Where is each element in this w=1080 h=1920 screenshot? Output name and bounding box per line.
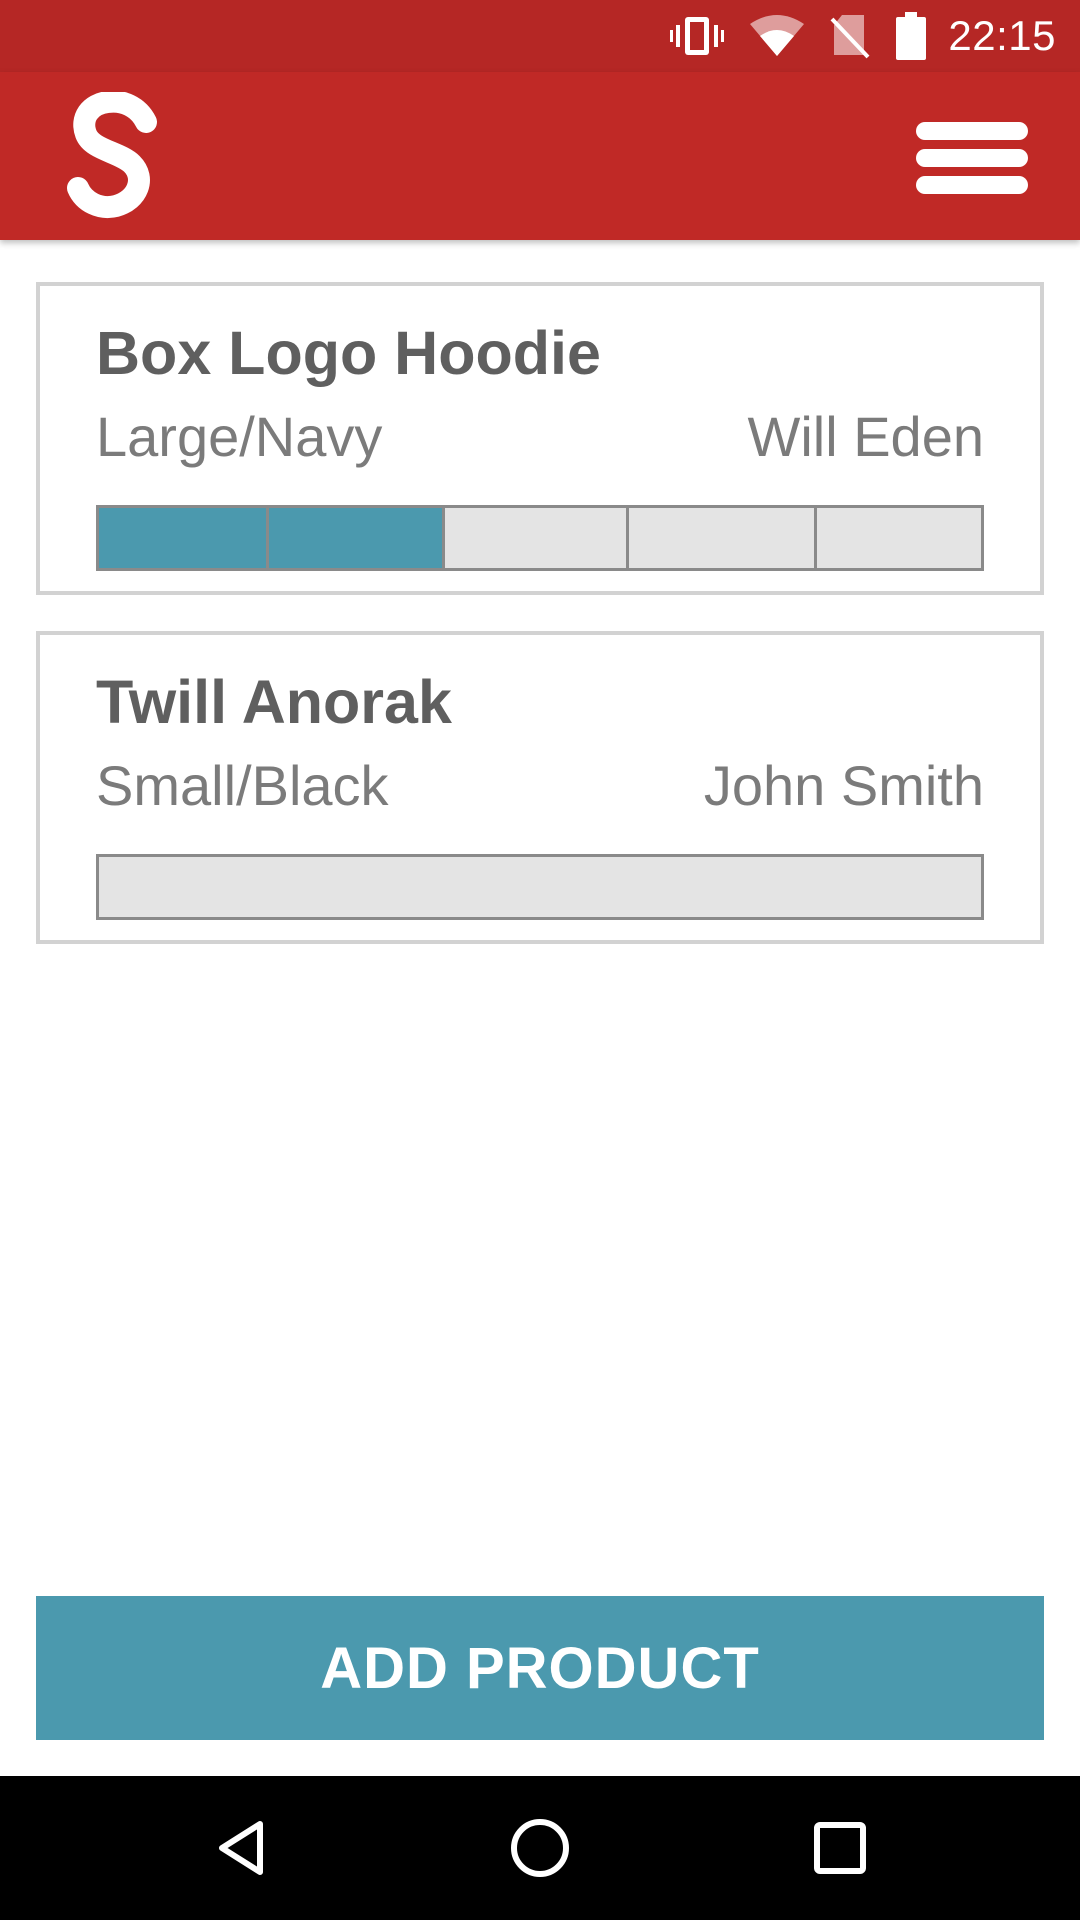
back-icon[interactable] [194,1800,290,1896]
no-sim-icon [830,13,870,59]
home-icon[interactable] [492,1800,588,1896]
progress-step-empty [445,508,629,568]
progress-step-filled [269,508,445,568]
app-logo[interactable] [60,92,170,222]
progress-step-empty [629,508,817,568]
menu-bar [916,122,1028,140]
product-card[interactable]: Twill Anorak Small/Black John Smith [36,631,1044,944]
product-name: Twill Anorak [96,668,452,736]
progress-bar [96,854,984,920]
progress-step-empty [817,508,981,568]
battery-icon [896,12,927,60]
app-bar [0,72,1080,240]
app-logo-icon [67,92,157,218]
product-owner: Will Eden [747,405,984,468]
menu-bar [916,149,1028,167]
progress-step-filled [99,508,269,568]
product-card[interactable]: Box Logo Hoodie Large/Navy Will Eden [36,282,1044,595]
menu-bar [916,176,1028,194]
screen: 22:15 Box Logo Hoodie Large/Navy Will Ed… [0,0,1080,1920]
wifi-icon [750,14,805,58]
recents-icon[interactable] [792,1800,888,1896]
navigation-bar [0,1776,1080,1920]
progress-step-empty [99,857,981,917]
product-variant: Small/Black [96,754,389,817]
progress-bar [96,505,984,571]
hamburger-menu-icon[interactable] [906,110,1038,206]
add-product-button[interactable]: ADD PRODUCT [36,1596,1044,1740]
product-name: Box Logo Hoodie [96,319,601,387]
vibrate-icon [670,13,725,59]
status-bar: 22:15 [0,0,1080,72]
status-time: 22:15 [948,12,1056,59]
product-variant: Large/Navy [96,405,383,468]
product-owner: John Smith [703,754,984,817]
